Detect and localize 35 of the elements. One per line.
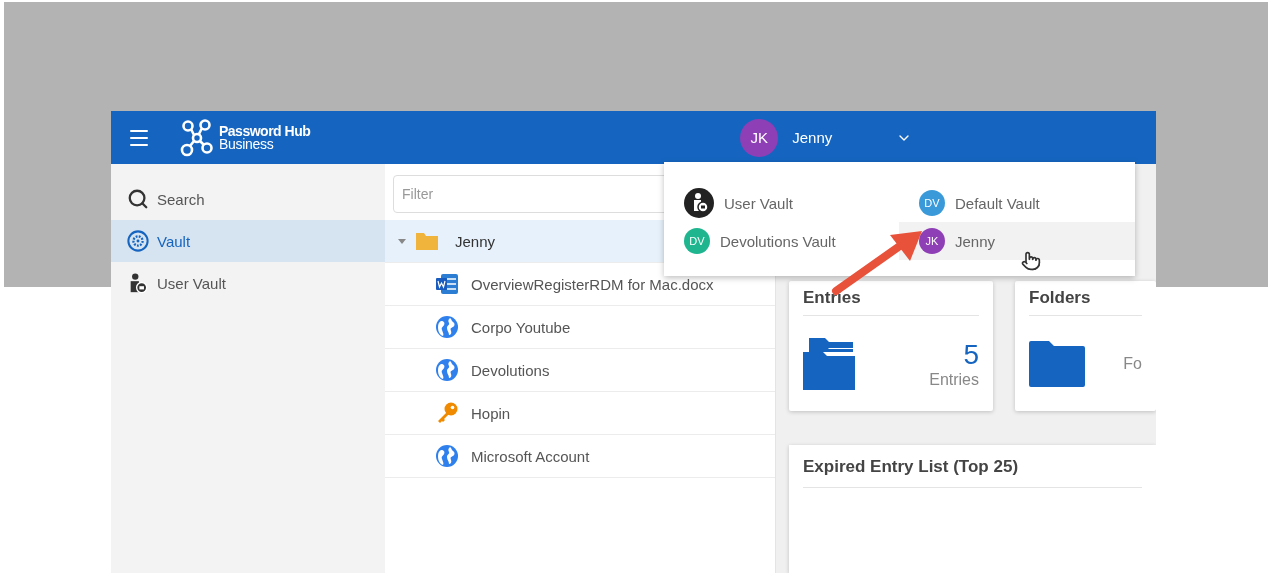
card-title: Entries bbox=[803, 281, 979, 316]
globe-icon bbox=[435, 315, 459, 339]
tree-entry[interactable]: Devolutions bbox=[385, 348, 775, 391]
card-caption: Entries bbox=[929, 370, 979, 389]
tree-entry[interactable]: Corpo Youtube bbox=[385, 305, 775, 348]
vault-avatar: DV bbox=[919, 190, 945, 216]
card-caption: Fo bbox=[1123, 354, 1142, 373]
hand-cursor-icon bbox=[1021, 251, 1041, 271]
card-title: Folders bbox=[1029, 281, 1142, 316]
folder-icon bbox=[1029, 340, 1085, 387]
globe-icon bbox=[435, 358, 459, 382]
logo-title: Password Hub bbox=[219, 124, 311, 138]
card-title: Expired Entry List (Top 25) bbox=[803, 455, 1142, 488]
user-avatar[interactable]: JK bbox=[740, 118, 779, 157]
user-name[interactable]: Jenny bbox=[792, 129, 883, 146]
vault-icon bbox=[127, 230, 149, 252]
user-vault-icon bbox=[684, 188, 714, 218]
sidebar-item[interactable]: Vault bbox=[111, 220, 385, 262]
vault-menu-item[interactable]: DV Default Vault bbox=[899, 184, 1135, 222]
card-value: 5 bbox=[963, 338, 979, 371]
caret-icon[interactable] bbox=[397, 236, 407, 246]
tree-entry[interactable]: Microsoft Account bbox=[385, 434, 775, 478]
vault-avatar: DV bbox=[684, 228, 710, 254]
document-icon bbox=[435, 273, 459, 295]
vault-menu-item[interactable]: JK Jenny bbox=[899, 222, 1135, 260]
sidebar-item[interactable]: Search bbox=[111, 178, 385, 220]
globe-icon bbox=[435, 444, 459, 468]
logo-icon bbox=[179, 118, 215, 157]
logo-subtitle: Business bbox=[219, 137, 274, 151]
vault-avatar: JK bbox=[919, 228, 945, 254]
folder-icon bbox=[415, 231, 439, 251]
search-icon bbox=[127, 188, 149, 210]
sidebar-item[interactable]: User Vault bbox=[111, 262, 385, 304]
folders-icon bbox=[803, 337, 855, 390]
tree-entry[interactable]: Hopin bbox=[385, 391, 775, 434]
